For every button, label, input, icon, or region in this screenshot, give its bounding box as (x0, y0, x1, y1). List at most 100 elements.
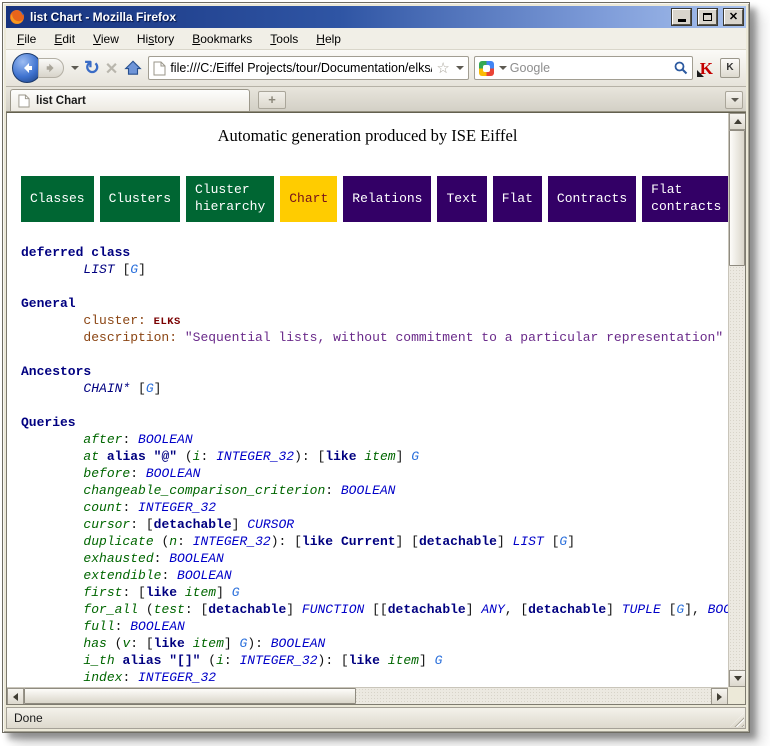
doc-button-flat-contracts[interactable]: Flat contracts (642, 176, 728, 222)
code-line: Queries (21, 414, 728, 431)
tab-list-dropdown-button[interactable] (725, 91, 743, 109)
code-line: duplicate (n: INTEGER_32): [like Current… (21, 533, 728, 550)
back-arrow-icon (20, 61, 34, 75)
doc-button-chart[interactable]: Chart (280, 176, 337, 222)
desktop: list Chart - Mozilla Firefox ✕ FileEditV… (0, 0, 770, 746)
home-button[interactable] (123, 59, 143, 77)
maximize-icon (703, 13, 712, 21)
tab-title: list Chart (36, 95, 86, 107)
scrollbar-corner (728, 687, 745, 704)
resize-grip-icon[interactable] (730, 713, 744, 727)
search-magnifier-icon[interactable] (674, 61, 688, 75)
firefox-icon (9, 9, 25, 25)
maximize-button[interactable] (698, 9, 717, 25)
forward-button[interactable] (38, 58, 64, 78)
search-bar (474, 56, 693, 80)
code-line: LIST [G] (21, 261, 728, 278)
code-line (21, 278, 728, 295)
menu-bar: FileEditViewHistoryBookmarksToolsHelp (6, 28, 746, 50)
history-dropdown-icon[interactable] (71, 66, 79, 70)
page-title: Automatic generation produced by ISE Eif… (7, 126, 728, 146)
search-engine-dropdown-icon[interactable] (499, 66, 507, 70)
kaspersky-icon[interactable]: K (698, 60, 715, 77)
close-button[interactable]: ✕ (724, 9, 743, 25)
code-line (21, 346, 728, 363)
horizontal-scrollbar[interactable] (7, 687, 728, 704)
title-bar[interactable]: list Chart - Mozilla Firefox ✕ (6, 6, 746, 28)
menu-bookmarks[interactable]: Bookmarks (183, 29, 261, 49)
code-line: General (21, 295, 728, 312)
scroll-up-icon (734, 119, 742, 124)
bookmark-star-icon[interactable]: ☆ (436, 61, 449, 76)
page-content: Automatic generation produced by ISE Eif… (7, 113, 728, 687)
window-title: list Chart - Mozilla Firefox (30, 10, 665, 24)
close-icon: ✕ (729, 11, 738, 23)
doc-button-classes[interactable]: Classes (21, 176, 94, 222)
search-input[interactable] (510, 61, 671, 75)
code-line: at alias "@" (i: INTEGER_32): [like item… (21, 448, 728, 465)
code-line: cluster: ELKS (21, 312, 728, 329)
k-addon-button[interactable]: K (720, 58, 740, 78)
doc-button-cluster-hierarchy[interactable]: Cluster hierarchy (186, 176, 274, 222)
browser-window: list Chart - Mozilla Firefox ✕ FileEditV… (2, 2, 750, 733)
code-line: full: BOOLEAN (21, 618, 728, 635)
address-input[interactable] (170, 61, 432, 75)
tab-list-chevron-icon (731, 98, 739, 102)
status-bar: Done (6, 707, 746, 729)
code-line: exhausted: BOOLEAN (21, 550, 728, 567)
code-line: has (v: [like item] G): BOOLEAN (21, 635, 728, 652)
doc-button-clusters[interactable]: Clusters (100, 176, 180, 222)
code-line (21, 397, 728, 414)
tab-favicon-icon (18, 94, 30, 108)
navigation-toolbar: ↻ ✕ ☆ (6, 50, 746, 87)
code-line: count: INTEGER_32 (21, 499, 728, 516)
doc-button-text[interactable]: Text (437, 176, 486, 222)
tab-list-chart[interactable]: list Chart (10, 89, 250, 111)
menu-help[interactable]: Help (307, 29, 350, 49)
code-line: changeable_comparison_criterion: BOOLEAN (21, 482, 728, 499)
vertical-scrollbar[interactable] (728, 113, 745, 687)
doc-button-flat[interactable]: Flat (493, 176, 542, 222)
code-line: first: [like item] G (21, 584, 728, 601)
doc-button-contracts[interactable]: Contracts (548, 176, 636, 222)
status-text: Done (14, 711, 43, 725)
scroll-left-icon (13, 693, 18, 701)
scroll-up-button[interactable] (729, 113, 746, 130)
doc-nav-row: ClassesClustersCluster hierarchyChartRel… (21, 176, 728, 222)
code-line: for_all (test: [detachable] FUNCTION [[d… (21, 601, 728, 618)
home-icon (123, 59, 143, 77)
browser-content: Automatic generation produced by ISE Eif… (6, 112, 746, 705)
stop-button[interactable]: ✕ (105, 59, 118, 78)
scroll-down-button[interactable] (729, 670, 746, 687)
new-tab-plus-icon: + (268, 92, 276, 107)
reload-button[interactable]: ↻ (84, 59, 100, 78)
scroll-down-icon (734, 676, 742, 681)
class-chart-text: deferred class LIST [G] General cluster: … (7, 244, 728, 687)
code-line: description: "Sequential lists, without … (21, 329, 728, 346)
address-bar: ☆ (148, 56, 468, 80)
horizontal-scroll-thumb[interactable] (24, 688, 356, 704)
new-tab-button[interactable]: + (258, 91, 286, 109)
menu-edit[interactable]: Edit (45, 29, 84, 49)
menu-view[interactable]: View (84, 29, 128, 49)
code-line: before: BOOLEAN (21, 465, 728, 482)
scroll-left-button[interactable] (7, 688, 24, 705)
doc-button-relations[interactable]: Relations (343, 176, 431, 222)
code-line: CHAIN* [G] (21, 380, 728, 397)
scroll-right-icon (717, 693, 722, 701)
forward-arrow-icon (45, 62, 57, 74)
menu-file[interactable]: File (8, 29, 45, 49)
vertical-scroll-thumb[interactable] (729, 130, 745, 266)
code-line: index: INTEGER_32 (21, 669, 728, 686)
tab-bar: list Chart + (6, 87, 746, 112)
menu-tools[interactable]: Tools (261, 29, 307, 49)
scroll-right-button[interactable] (711, 688, 728, 705)
url-dropdown-icon[interactable] (456, 66, 464, 70)
code-line: after: BOOLEAN (21, 431, 728, 448)
menu-history[interactable]: History (128, 29, 183, 49)
code-line: extendible: BOOLEAN (21, 567, 728, 584)
minimize-icon (678, 19, 686, 22)
code-line: deferred class (21, 244, 728, 261)
code-line: Ancestors (21, 363, 728, 380)
minimize-button[interactable] (672, 9, 691, 25)
